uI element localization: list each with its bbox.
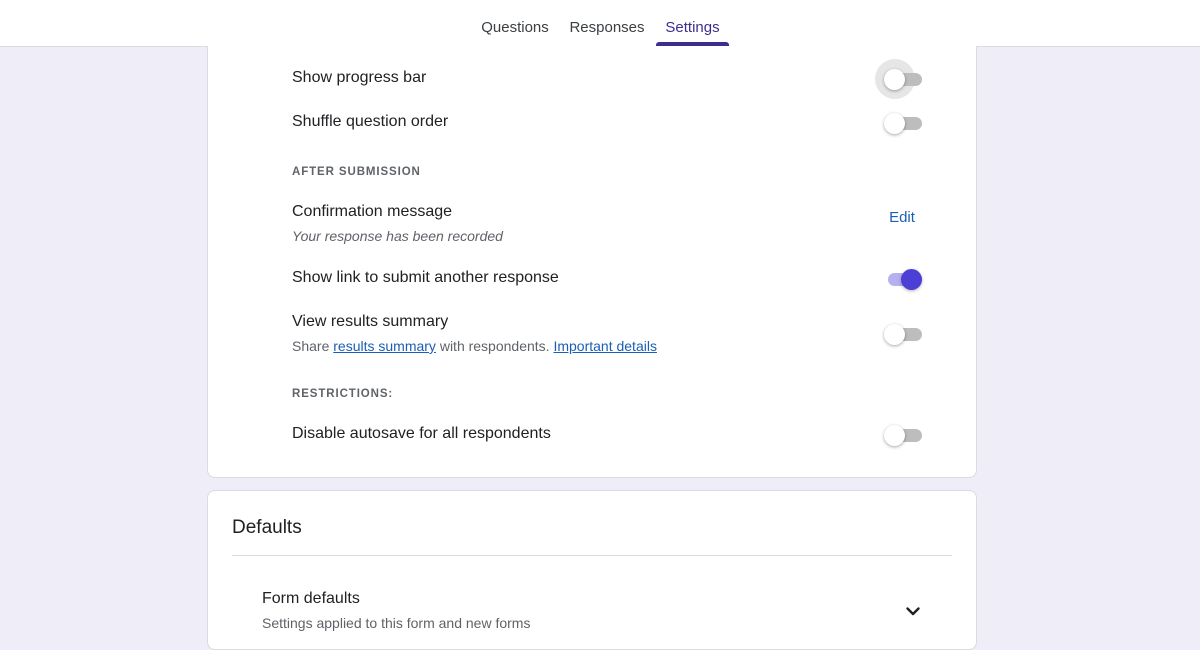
presentation-settings-card: Show progress bar Shuffle question order… <box>207 46 977 478</box>
defaults-card: Defaults Form defaults Settings applied … <box>207 490 977 650</box>
submit-another-label: Show link to submit another response <box>292 269 559 286</box>
description-prefix: Share <box>292 338 334 354</box>
view-results-summary-toggle[interactable] <box>884 322 924 346</box>
confirmation-message-value: Your response has been recorded <box>292 228 503 244</box>
description-middle: with respondents. <box>435 338 554 354</box>
after-submission-heading: AFTER SUBMISSION <box>292 166 421 178</box>
show-progress-bar-label: Show progress bar <box>292 69 427 86</box>
disable-autosave-toggle[interactable] <box>884 423 924 447</box>
results-summary-link[interactable]: results summary <box>333 338 436 354</box>
tab-settings[interactable]: Settings <box>656 0 729 46</box>
toggle-thumb <box>901 269 922 290</box>
form-defaults-label: Form defaults <box>262 590 360 607</box>
restrictions-heading: RESTRICTIONS: <box>292 388 394 400</box>
expand-chevron-down-icon[interactable] <box>901 599 925 623</box>
tab-responses[interactable]: Responses <box>565 0 649 46</box>
show-progress-bar-toggle[interactable] <box>884 67 924 91</box>
tab-questions[interactable]: Questions <box>474 0 556 46</box>
toggle-thumb <box>884 324 905 345</box>
top-tab-bar: Questions Responses Settings <box>0 0 1200 47</box>
edit-confirmation-button[interactable]: Edit <box>873 209 931 229</box>
confirmation-message-label: Confirmation message <box>292 203 453 220</box>
disable-autosave-label: Disable autosave for all respondents <box>292 425 551 442</box>
results-summary-description: Share results summary with respondents. … <box>292 338 657 354</box>
submit-another-toggle[interactable] <box>884 267 924 291</box>
toggle-thumb <box>884 425 905 446</box>
defaults-heading: Defaults <box>232 517 302 538</box>
view-results-summary-label: View results summary <box>292 313 449 330</box>
shuffle-question-order-toggle[interactable] <box>884 111 924 135</box>
form-defaults-description: Settings applied to this form and new fo… <box>262 615 531 631</box>
important-details-link[interactable]: Important details <box>553 338 657 354</box>
toggle-thumb <box>884 113 905 134</box>
defaults-divider <box>232 555 952 556</box>
shuffle-question-order-label: Shuffle question order <box>292 113 449 130</box>
toggle-thumb <box>884 69 905 90</box>
